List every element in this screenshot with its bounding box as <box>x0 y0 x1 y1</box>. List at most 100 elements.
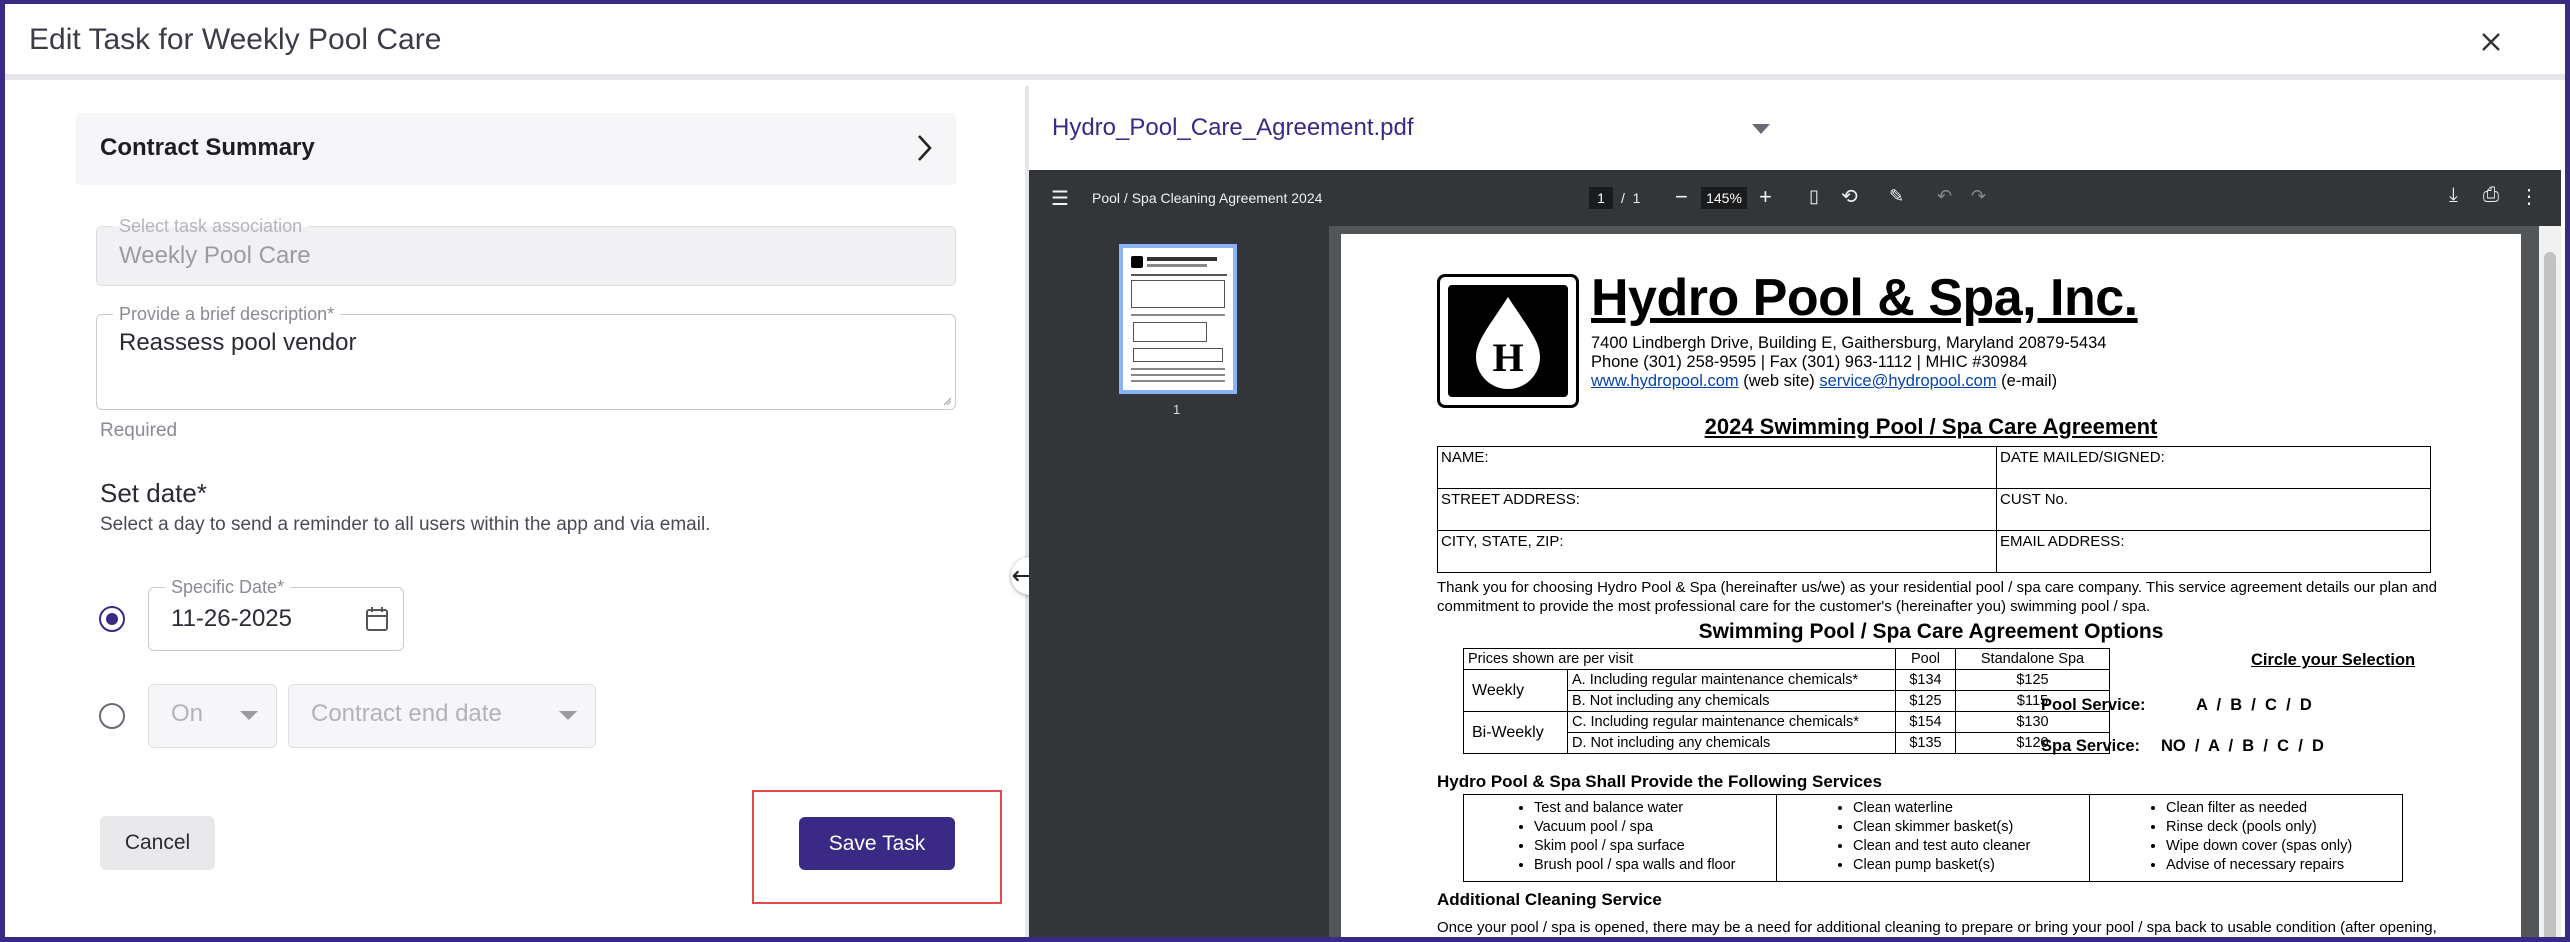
redo-icon[interactable]: ↷ <box>1971 186 1986 207</box>
save-task-button[interactable]: Save Task <box>799 817 955 870</box>
contract-summary-title: Contract Summary <box>100 134 315 161</box>
spa-service-row: Spa Service: NO / A / B / C / D <box>2041 737 2324 756</box>
pool-price-cell: $125 <box>1895 690 1956 712</box>
pool-service-label: Pool Service: <box>2041 696 2146 714</box>
services-table: Test and balance water Vacuum pool / spa… <box>1463 794 2403 882</box>
name-cell: NAME: <box>1437 446 1997 489</box>
service-item: Clean filter as needed <box>2166 799 2402 818</box>
website-link[interactable]: www.hydropool.com <box>1591 372 1739 390</box>
page-separator: / <box>1621 190 1625 206</box>
spa-service-label: Spa Service: <box>2041 737 2141 755</box>
option-cell: A. Including regular maintenance chemica… <box>1567 669 1896 691</box>
price-header-cell: Standalone Spa <box>1955 648 2110 670</box>
fit-page-icon[interactable]: ▯ <box>1809 186 1819 207</box>
set-date-title: Set date* <box>100 478 207 508</box>
undo-icon[interactable]: ↶ <box>1937 186 1952 207</box>
service-item: Skim pool / spa surface <box>1534 837 1776 856</box>
resize-handle-icon[interactable] <box>942 396 952 406</box>
specific-date-label: Specific Date* <box>165 577 291 598</box>
service-item: Clean pump basket(s) <box>1853 856 2089 875</box>
option-cell: B. Not including any chemicals <box>1567 690 1896 712</box>
dialog-header: Edit Task for Weekly Pool Care <box>5 4 2565 80</box>
dialog-title: Edit Task for Weekly Pool Care <box>29 23 442 56</box>
date-mailed-cell: DATE MAILED/SIGNED: <box>1996 446 2431 489</box>
thumbnail-logo <box>1131 256 1143 268</box>
calendar-icon[interactable] <box>365 606 389 632</box>
task-association-field: Select task association Weekly Pool Care <box>96 216 956 286</box>
service-item: Vacuum pool / spa <box>1534 818 1776 837</box>
zoom-out-icon[interactable]: − <box>1675 184 1688 210</box>
thumbnail-line <box>1131 374 1225 376</box>
web-email-line: www.hydropool.com (web site) service@hyd… <box>1591 372 2107 391</box>
rotate-icon[interactable]: ⟲ <box>1841 184 1858 209</box>
page-thumbnail[interactable] <box>1119 244 1237 394</box>
service-item: Clean waterline <box>1853 799 2089 818</box>
specific-date-value[interactable]: 11-26-2025 <box>171 605 292 633</box>
intro-paragraph: Thank you for choosing Hydro Pool & Spa … <box>1437 579 2437 615</box>
service-item: Clean skimmer basket(s) <box>1853 818 2089 837</box>
cust-no-cell: CUST No. <box>1996 488 2431 531</box>
phone-line: Phone (301) 258-9595 | Fax (301) 963-111… <box>1591 353 2028 371</box>
spa-service-choices: NO / A / B / C / D <box>2161 737 2324 755</box>
price-table: Prices shown are per visit Pool Standalo… <box>1463 648 2110 754</box>
thumbnail-line <box>1131 274 1227 276</box>
service-item: Advise of necessary repairs <box>2166 856 2402 875</box>
pdf-toolbar: ☰ Pool / Spa Cleaning Agreement 2024 1 /… <box>1029 170 2561 226</box>
company-logo: H <box>1437 274 1579 408</box>
annotate-icon[interactable]: ✎ <box>1889 186 1904 207</box>
relative-date-radio[interactable] <box>99 703 125 729</box>
price-header-cell: Prices shown are per visit <box>1463 648 1896 670</box>
additional-service-title: Additional Cleaning Service <box>1437 890 1662 909</box>
thumbnail-line <box>1131 314 1225 316</box>
pool-price-cell: $134 <box>1895 669 1956 691</box>
service-item: Wipe down cover (spas only) <box>2166 837 2402 856</box>
water-drop-icon: H <box>1476 297 1540 389</box>
pdf-page: H Hydro Pool & Spa, Inc. 7400 Lindbergh … <box>1341 234 2521 937</box>
agreement-title: 2024 Swimming Pool / Spa Care Agreement <box>1704 414 2158 439</box>
contract-summary-panel[interactable]: Contract Summary <box>76 113 956 185</box>
frequency-cell: Bi-Weekly <box>1463 711 1568 754</box>
customer-info-table: NAME: DATE MAILED/SIGNED: STREET ADDRESS… <box>1437 446 2431 573</box>
email-link[interactable]: service@hydropool.com <box>1819 372 1996 390</box>
specific-date-input[interactable]: Specific Date* 11-26-2025 <box>148 577 404 651</box>
thumbnail-sidebar: 1 <box>1029 226 1329 937</box>
more-options-icon[interactable]: ⋮ <box>2519 184 2539 209</box>
description-value[interactable]: Reassess pool vendor <box>119 329 356 357</box>
website-note: (web site) <box>1738 372 1820 390</box>
description-textarea[interactable]: Provide a brief description* Reassess po… <box>96 304 956 410</box>
additional-service-text: Once your pool / spa is opened, there ma… <box>1437 919 2437 936</box>
services-title: Hydro Pool & Spa Shall Provide the Follo… <box>1437 772 1882 791</box>
page-number-input[interactable]: 1 <box>1589 187 1613 209</box>
spa-price-cell: $125 <box>1955 669 2110 691</box>
download-icon[interactable]: ⤓ <box>2449 184 2458 207</box>
menu-icon[interactable]: ☰ <box>1051 186 1069 211</box>
zoom-in-icon[interactable]: + <box>1759 184 1772 210</box>
edit-task-dialog: Edit Task for Weekly Pool Care Contract … <box>0 0 2570 942</box>
on-dropdown[interactable]: On <box>148 684 277 748</box>
options-title: Swimming Pool / Spa Care Agreement Optio… <box>1698 620 2164 643</box>
document-filename[interactable]: Hydro_Pool_Care_Agreement.pdf <box>1052 114 1414 142</box>
task-association-value: Weekly Pool Care <box>119 242 311 269</box>
option-cell: D. Not including any chemicals <box>1567 732 1896 754</box>
specific-date-radio[interactable] <box>99 606 125 632</box>
required-hint: Required <box>100 420 178 441</box>
pdf-scrollbar[interactable] <box>2539 226 2561 937</box>
print-icon[interactable]: ⎙ <box>2483 184 2499 207</box>
thumbnail-line <box>1131 368 1225 370</box>
contract-end-date-dropdown[interactable]: Contract end date <box>288 684 596 748</box>
contract-end-date-value: Contract end date <box>311 700 502 727</box>
company-name: Hydro Pool & Spa, Inc. <box>1591 269 2138 327</box>
cancel-button[interactable]: Cancel <box>100 816 215 870</box>
city-cell: CITY, STATE, ZIP: <box>1437 530 1997 573</box>
caret-down-icon <box>559 711 577 720</box>
scrollbar-thumb[interactable] <box>2544 252 2556 937</box>
option-cell: C. Including regular maintenance chemica… <box>1567 711 1896 733</box>
caret-down-icon[interactable] <box>1752 124 1770 134</box>
radio-selected-dot <box>106 613 118 625</box>
email-address-cell: EMAIL ADDRESS: <box>1996 530 2431 573</box>
close-icon[interactable] <box>2473 24 2509 60</box>
email-note: (e-mail) <box>1996 372 2058 390</box>
frequency-cell: Weekly <box>1463 669 1568 712</box>
zoom-level-input[interactable]: 145% <box>1701 187 1747 209</box>
caret-down-icon <box>240 711 258 720</box>
